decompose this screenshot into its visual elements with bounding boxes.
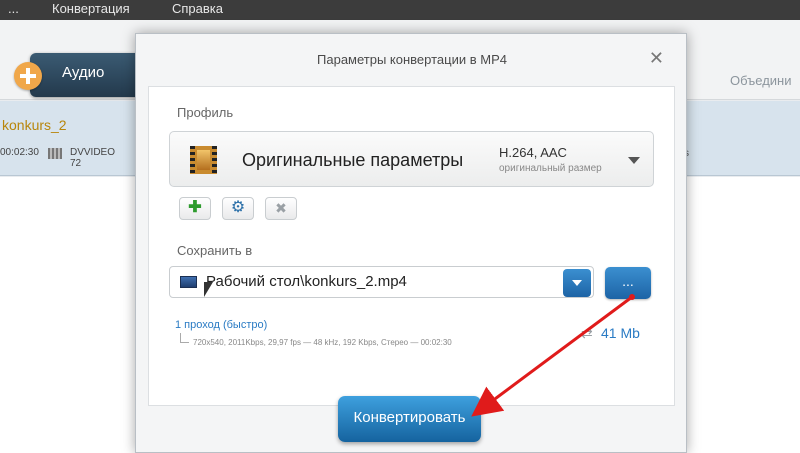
dialog-title: Параметры конвертации в MP4 (317, 52, 507, 67)
gear-icon: ⚙ (230, 199, 246, 216)
file-duration: 00:02:30 (0, 147, 39, 158)
menu-item-help[interactable]: Справка (172, 1, 223, 16)
pass-mode-link[interactable]: 1 проход (быстро) (175, 319, 267, 331)
monitor-icon (180, 276, 197, 288)
file-name: konkurs_2 (2, 117, 67, 133)
profile-name: Оригинальные параметры (242, 150, 464, 170)
profile-codec: H.264, AAC (499, 145, 567, 160)
plus-icon: ✚ (188, 199, 202, 216)
video-icon (48, 148, 62, 159)
size-arrows-icon: ⇄ (581, 325, 593, 341)
edit-profile-button[interactable]: ⚙ (222, 197, 254, 220)
save-path-value: Рабочий стол\konkurs_2.mp4 (206, 273, 407, 290)
x-icon: ✖ (275, 200, 287, 216)
output-specs: 720x540, 2011Kbps, 29,97 fps — 48 kHz, 1… (193, 338, 452, 347)
audio-button-label: Аудио (62, 64, 105, 81)
add-plus-icon[interactable] (14, 62, 42, 90)
chevron-down-icon (628, 157, 640, 164)
browse-button[interactable]: ... (605, 267, 651, 299)
menu-bar: ... Конвертация Справка (0, 0, 800, 20)
file-codec: DVVIDEO 72 (70, 147, 116, 169)
save-path-dropdown-button[interactable] (563, 269, 591, 297)
profile-select[interactable]: Оригинальные параметры H.264, AAC оригин… (169, 131, 654, 187)
merge-button-label[interactable]: Объедини (730, 73, 791, 88)
output-file-size: 41 Mb (601, 325, 640, 341)
mouse-cursor-icon (204, 282, 213, 297)
menu-item-conversion[interactable]: Конвертация (52, 1, 130, 16)
profile-label: Профиль (177, 105, 234, 120)
audio-button[interactable]: Аудио (30, 53, 150, 97)
conversion-settings-dialog: Параметры конвертации в MP4 ✕ Профиль Ор… (135, 33, 687, 453)
menu-item-1[interactable]: ... (8, 1, 19, 16)
convert-button[interactable]: Конвертировать (338, 396, 481, 442)
save-to-label: Сохранить в (177, 243, 253, 258)
save-path-input[interactable]: Рабочий стол\konkurs_2.mp4 (169, 266, 594, 298)
close-icon[interactable]: ✕ (649, 48, 664, 69)
settings-panel: Профиль Оригинальные параметры H.264, AA… (148, 86, 675, 406)
film-icon (190, 146, 217, 174)
profile-size-note: оригинальный размер (499, 163, 602, 174)
tree-connector (180, 333, 189, 343)
delete-profile-button[interactable]: ✖ (265, 197, 297, 220)
add-profile-button[interactable]: ✚ (179, 197, 211, 220)
